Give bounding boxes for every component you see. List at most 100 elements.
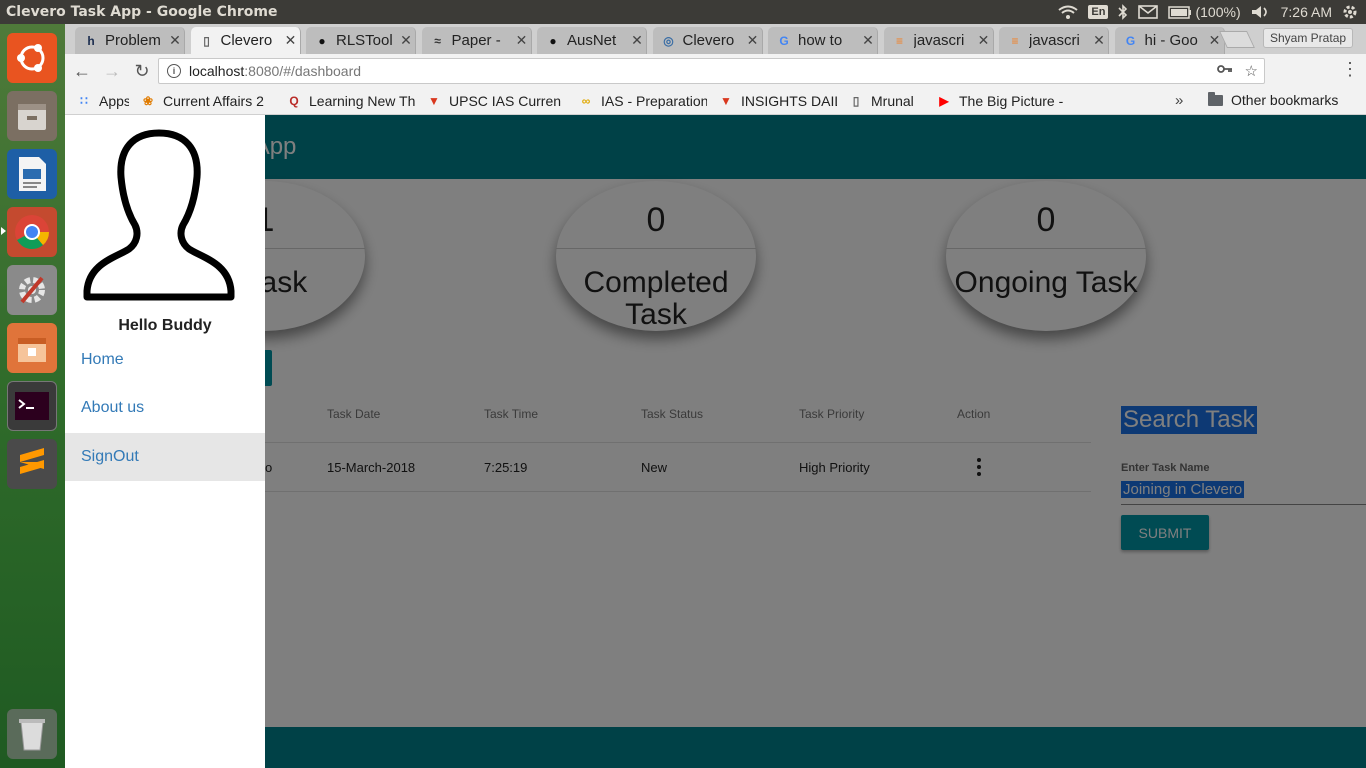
mail-icon[interactable] (1138, 5, 1159, 19)
side-drawer: Hello Buddy Home About us SignOut (65, 115, 265, 768)
browser-toolbar: ← → ↻ i localhost:8080/#/dashboard ☆ m ⋮ (65, 54, 1366, 110)
close-icon[interactable]: ✕ (859, 32, 877, 49)
trash-icon[interactable] (7, 709, 57, 759)
bookmark-item[interactable]: ▶ The Big Picture - (937, 93, 1069, 109)
nav-item-home[interactable]: Home (65, 336, 265, 384)
quora-icon: Q (289, 94, 299, 108)
reload-icon[interactable]: ↻ (129, 58, 155, 84)
volume-icon[interactable] (1251, 5, 1271, 19)
terminal-icon[interactable] (7, 381, 57, 431)
google-icon: G (1125, 33, 1136, 48)
page-icon: ▯ (203, 33, 210, 48)
nav-item-label: Home (81, 351, 124, 368)
menu-icon[interactable]: ⋮ (1341, 59, 1359, 80)
tab-6[interactable]: Ghow to ✕ (768, 27, 878, 54)
nav-item-label: SignOut (81, 448, 139, 465)
nav-item-about[interactable]: About us (65, 384, 265, 432)
tab-label: how to (798, 32, 843, 49)
infinity-icon: ∞ (581, 94, 591, 108)
close-icon[interactable]: ✕ (282, 32, 300, 49)
tab-label: javascri (1029, 32, 1080, 49)
close-icon[interactable]: ✕ (628, 32, 646, 49)
tab-9[interactable]: Ghi - Goo ✕ (1114, 27, 1225, 54)
close-icon[interactable]: ✕ (166, 32, 184, 49)
google-icon: G (779, 33, 789, 48)
tab-label: javascri (913, 32, 965, 49)
bookmark-item[interactable]: Q Learning New Th (287, 93, 415, 109)
github-icon: ● (549, 33, 557, 48)
bookmark-item[interactable]: ▯ Mrunal (849, 93, 925, 109)
tab-label: hi - Goo (1144, 32, 1198, 49)
tab-2[interactable]: ● RLSTool ✕ (306, 27, 416, 54)
archive-icon[interactable] (7, 323, 57, 373)
close-icon[interactable]: ✕ (744, 32, 762, 49)
close-icon[interactable]: ✕ (1090, 32, 1108, 49)
gear-icon[interactable] (1342, 4, 1358, 20)
forward-icon[interactable]: → (99, 58, 125, 84)
address-bar[interactable]: i localhost:8080/#/dashboard ☆ (158, 58, 1265, 84)
back-icon[interactable]: ← (69, 58, 95, 84)
clock[interactable]: 7:26 AM (1281, 4, 1332, 20)
unity-launcher (0, 24, 65, 768)
battery-indicator[interactable]: (100%) (1168, 4, 1241, 20)
other-bookmarks[interactable]: Other bookmarks (1208, 91, 1339, 108)
tab-0[interactable]: h Problem ✕ (75, 27, 185, 54)
wifi-icon[interactable] (1058, 5, 1079, 19)
bookmark-label: Apps (99, 93, 129, 109)
keyboard-layout-indicator[interactable]: En (1088, 5, 1109, 19)
settings-icon[interactable] (7, 265, 57, 315)
tab-7[interactable]: ≡ javascri ✕ (883, 27, 994, 54)
bookmark-item[interactable]: ▼ UPSC IAS Curren (427, 93, 567, 109)
bookmarks-more-button[interactable]: » (1175, 92, 1183, 109)
info-icon[interactable]: i (167, 64, 181, 78)
other-bookmarks-label: Other bookmarks (1231, 92, 1339, 108)
tab-label: Problem (105, 32, 161, 49)
chrome-window: h Problem ✕ ▯ Clevero ✕ ● RLSTool ✕ ≈ Paper - ✕ ● Au… (65, 24, 1366, 768)
bookmark-label: Learning New Th (309, 93, 415, 109)
close-icon[interactable]: ✕ (975, 32, 993, 49)
award-icon: ❀ (142, 94, 154, 108)
tab-4[interactable]: ● AusNet ✕ (537, 27, 647, 54)
bluetooth-icon[interactable] (1118, 4, 1128, 20)
window-title: Clevero Task App - Google Chrome (6, 4, 278, 20)
nav-item-signout[interactable]: SignOut (65, 433, 265, 481)
bookmark-item[interactable]: ▼ INSIGHTS DAILY (719, 93, 837, 109)
bookmark-item[interactable]: ∞ IAS - Preparation (579, 93, 707, 109)
tab-label: RLSTool (336, 32, 393, 49)
star-icon[interactable]: ☆ (1245, 62, 1258, 80)
stackoverflow-icon: ≡ (895, 33, 903, 48)
url-path: :8080/#/dashboard (244, 63, 362, 79)
chrome-icon[interactable] (7, 207, 57, 257)
bookmark-label: IAS - Preparation (601, 93, 707, 109)
bookmark-label: The Big Picture - (959, 93, 1064, 109)
profile-button[interactable]: Shyam Pratap (1263, 28, 1354, 48)
paper-icon: ≈ (434, 33, 441, 48)
bookmark-label: Current Affairs 2 (163, 93, 264, 109)
close-icon[interactable]: ✕ (513, 32, 531, 49)
url-host: localhost (189, 63, 245, 79)
running-indicator (1, 227, 6, 235)
tab-1[interactable]: ▯ Clevero ✕ (190, 27, 301, 54)
bookmark-label: Mrunal (871, 93, 914, 109)
stackoverflow-icon: ≡ (1011, 33, 1019, 48)
tab-3[interactable]: ≈ Paper - ✕ (421, 27, 532, 54)
github-icon: ● (318, 33, 326, 48)
tab-8[interactable]: ≡ javascri ✕ (999, 27, 1109, 54)
user-avatar-icon (83, 129, 235, 301)
tab-5[interactable]: ◎ Clevero ✕ (652, 27, 763, 54)
files-icon[interactable] (7, 91, 57, 141)
battery-percent: (100%) (1195, 4, 1241, 20)
battery-icon (1168, 5, 1192, 19)
bookmark-item[interactable]: ❀ Current Affairs 2 (141, 93, 275, 109)
sublime-icon[interactable] (7, 439, 57, 489)
close-icon[interactable]: ✕ (397, 32, 415, 49)
insights-icon: ▼ (720, 94, 732, 108)
writer-icon[interactable] (7, 149, 57, 199)
insights-icon: ▼ (428, 94, 440, 108)
system-tray: En (100%) 7:26 AM (1058, 4, 1366, 20)
apps-grid-icon: ∷ (80, 94, 88, 108)
tab-label: Clevero (220, 32, 273, 49)
key-icon[interactable] (1216, 62, 1233, 80)
ubuntu-icon[interactable] (7, 33, 57, 83)
bookmark-item[interactable]: ∷ Apps (77, 93, 129, 109)
